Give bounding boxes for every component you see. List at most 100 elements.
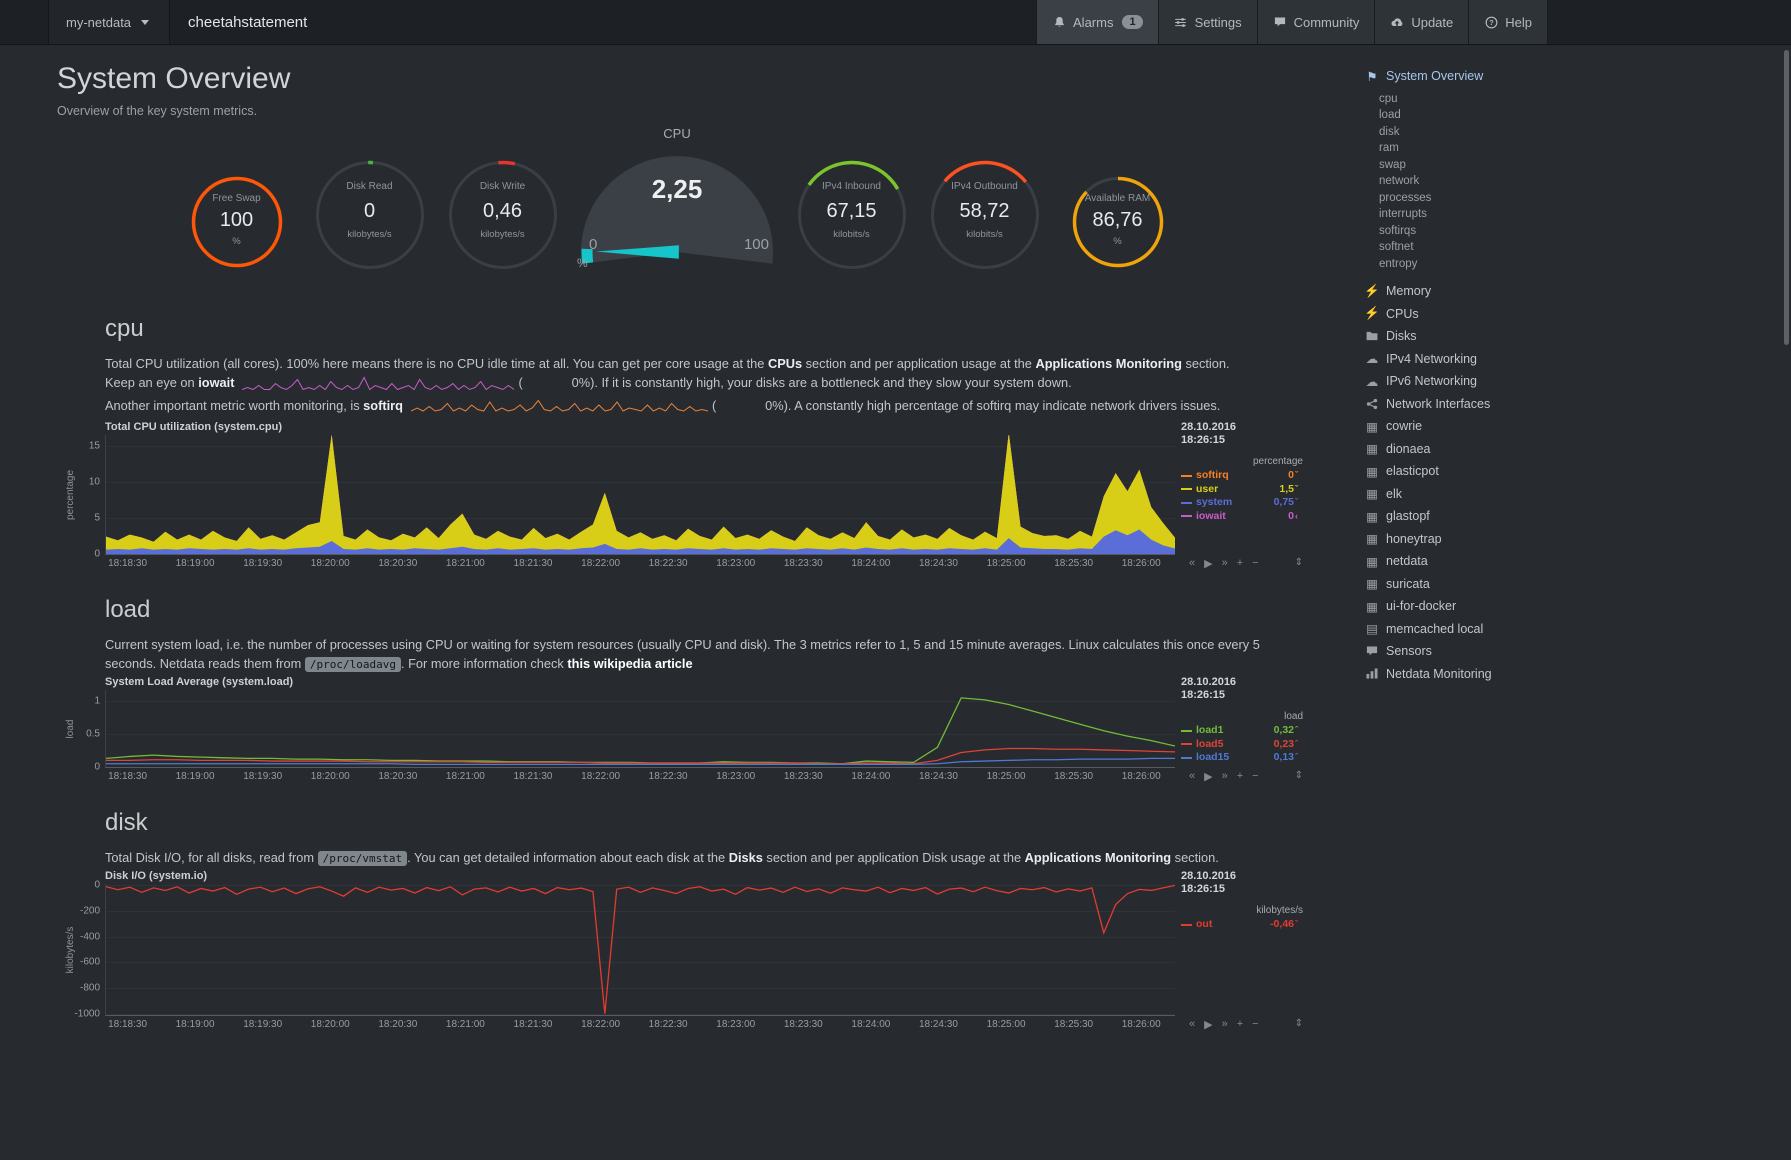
resize-handle-icon[interactable]: ⇕ [1295, 770, 1303, 783]
sidebar-item-cpu[interactable]: cpu [1365, 91, 1791, 108]
legend-series-value: -0,46 [1270, 918, 1294, 932]
gauge-disk-write[interactable]: Disk Write0,46kilobytes/s [436, 152, 569, 304]
gauge-cpu[interactable]: CPU2,250100% [569, 152, 785, 304]
bolt-icon: ⚡ [1365, 306, 1379, 321]
x-tick-label: 18:26:00 [1122, 1019, 1161, 1030]
text-run: section. [1171, 850, 1219, 865]
alarms-count-badge: 1 [1122, 15, 1142, 29]
nav-item-update[interactable]: Update [1374, 0, 1468, 44]
sidebar-item-suricata[interactable]: ▦suricata [1365, 573, 1791, 596]
x-tick-label: 18:25:30 [1054, 771, 1093, 782]
sidebar-item-system-overview[interactable]: ⚑System Overview [1365, 65, 1791, 88]
nav-item-settings[interactable]: Settings [1158, 0, 1257, 44]
zoom-in-icon[interactable]: + [1237, 770, 1243, 783]
nav-item-alarms[interactable]: Alarms1 [1036, 0, 1158, 44]
play-icon[interactable]: ▶ [1204, 770, 1212, 783]
sidebar-item-ipv6-networking[interactable]: ☁IPv6 Networking [1365, 370, 1791, 393]
sidebar-item-ram[interactable]: ram [1365, 140, 1791, 157]
gauge-ipv4-inbound[interactable]: IPv4 Inbound67,15kilobits/s [785, 152, 918, 304]
nav-item-community[interactable]: Community [1257, 0, 1375, 44]
sidebar-item-label: softnet [1379, 241, 1414, 253]
resize-handle-icon[interactable]: ⇕ [1295, 557, 1303, 570]
pan-backward-icon[interactable]: « [1189, 557, 1195, 570]
sidebar-item-ipv4-networking[interactable]: ☁IPv4 Networking [1365, 348, 1791, 371]
play-icon[interactable]: ▶ [1204, 1018, 1212, 1031]
sidebar-item-netdata-monitoring[interactable]: Netdata Monitoring [1365, 663, 1791, 686]
sidebar-item-swap[interactable]: swap [1365, 157, 1791, 174]
disk-chart-plot[interactable]: kilobytes/s0-200-400-600-800-1000 [105, 884, 1175, 1016]
sidebar-item-label: Disks [1386, 329, 1417, 343]
legend-series-caret: ˇ [1295, 469, 1303, 483]
softirq-sparkline [411, 398, 708, 419]
sidebar-item-cpus[interactable]: ⚡CPUs [1365, 303, 1791, 326]
cpu-chart-grid: Total CPU utilization (system.cpu)percen… [105, 421, 1352, 571]
x-tick-label: 18:23:00 [716, 558, 755, 569]
sidebar-item-disk[interactable]: disk [1365, 124, 1791, 141]
legend-series-name: system [1196, 496, 1232, 510]
sidebar-item-netdata[interactable]: ▦netdata [1365, 550, 1791, 573]
sidebar-item-interrupts[interactable]: interrupts [1365, 206, 1791, 223]
nav-item-help[interactable]: ?Help [1468, 0, 1547, 44]
pan-forward-icon[interactable]: » [1222, 557, 1228, 570]
sidebar-item-honeytrap[interactable]: ▦honeytrap [1365, 528, 1791, 551]
sidebar-item-memory[interactable]: ⚡Memory [1365, 280, 1791, 303]
sidebar-item-disks[interactable]: Disks [1365, 325, 1791, 348]
pan-backward-icon[interactable]: « [1189, 1018, 1195, 1031]
x-tick-label: 18:22:30 [649, 558, 688, 569]
zoom-out-icon[interactable]: − [1252, 557, 1258, 570]
gauge-free-swap[interactable]: Free Swap100% [170, 152, 303, 304]
legend-row-load15[interactable]: load150,13ˆ [1181, 751, 1303, 765]
sidebar-item-network[interactable]: network [1365, 173, 1791, 190]
page-scrollbar[interactable] [1784, 50, 1789, 345]
legend-row-user[interactable]: user1,5ˇ [1181, 483, 1303, 497]
gauge-ipv4-outbound[interactable]: IPv4 Outbound58,72kilobits/s [918, 152, 1051, 304]
y-tick-label: -400 [80, 931, 100, 942]
legend-series-dash [1181, 730, 1192, 732]
resize-handle-icon[interactable]: ⇕ [1295, 1018, 1303, 1031]
zoom-out-icon[interactable]: − [1252, 770, 1258, 783]
legend-row-load1[interactable]: load10,32ˆ [1181, 724, 1303, 738]
sidebar-item-sensors[interactable]: Sensors [1365, 640, 1791, 663]
disk-chart-legend: 28.10.201618:26:15kilobytes/sout-0,46ˇ«▶… [1181, 870, 1303, 1032]
sidebar-item-cowrie[interactable]: ▦cowrie [1365, 415, 1791, 438]
gauge-value: 67,15 [785, 200, 918, 223]
grid-icon: ▦ [1365, 441, 1379, 456]
sidebar-item-softnet[interactable]: softnet [1365, 239, 1791, 256]
legend-row-system[interactable]: system0,75ˇ [1181, 496, 1303, 510]
legend-row-iowait[interactable]: iowait0‹ [1181, 510, 1303, 524]
comment-icon [1273, 16, 1287, 28]
legend-row-load5[interactable]: load50,23ˆ [1181, 738, 1303, 752]
gauge-available-ram[interactable]: Available RAM86,76% [1051, 152, 1184, 304]
gauge-cpu-title: CPU [569, 126, 785, 141]
cpu-chart-plot[interactable]: percentage051015 [105, 435, 1175, 555]
folder-icon [1365, 331, 1379, 341]
sidebar-item-memcached-local[interactable]: ▤memcached local [1365, 618, 1791, 641]
zoom-in-icon[interactable]: + [1237, 557, 1243, 570]
gauge-disk-read[interactable]: Disk Read0kilobytes/s [303, 152, 436, 304]
pan-backward-icon[interactable]: « [1189, 770, 1195, 783]
sidebar-item-elasticpot[interactable]: ▦elasticpot [1365, 460, 1791, 483]
zoom-out-icon[interactable]: − [1252, 1018, 1258, 1031]
sidebar-item-label: swap [1379, 159, 1406, 171]
wikipedia-link[interactable]: this wikipedia article [567, 656, 692, 671]
sidebar-item-dionaea[interactable]: ▦dionaea [1365, 438, 1791, 461]
pan-forward-icon[interactable]: » [1222, 1018, 1228, 1031]
zoom-in-icon[interactable]: + [1237, 1018, 1243, 1031]
sidebar-item-processes[interactable]: processes [1365, 190, 1791, 207]
sidebar-item-load[interactable]: load [1365, 107, 1791, 124]
sidebar-item-elk[interactable]: ▦elk [1365, 483, 1791, 506]
sidebar-item-glastopf[interactable]: ▦glastopf [1365, 505, 1791, 528]
legend-units: kilobytes/s [1181, 905, 1303, 916]
sidebar-item-label: netdata [1386, 554, 1428, 568]
sidebar-item-network-interfaces[interactable]: Network Interfaces [1365, 393, 1791, 416]
pan-forward-icon[interactable]: » [1222, 770, 1228, 783]
legend-row-out[interactable]: out-0,46ˇ [1181, 918, 1303, 932]
legend-row-softirq[interactable]: softirq0ˇ [1181, 469, 1303, 483]
sidebar-item-ui-for-docker[interactable]: ▦ui-for-docker [1365, 595, 1791, 618]
play-icon[interactable]: ▶ [1204, 557, 1212, 570]
sidebar-item-entropy[interactable]: entropy [1365, 256, 1791, 273]
load-chart-plot[interactable]: load00.51 [105, 690, 1175, 768]
sidebar-item-softirqs[interactable]: softirqs [1365, 223, 1791, 240]
gauge-label: IPv4 Inbound [785, 181, 918, 192]
my-netdata-dropdown[interactable]: my-netdata [48, 0, 170, 44]
